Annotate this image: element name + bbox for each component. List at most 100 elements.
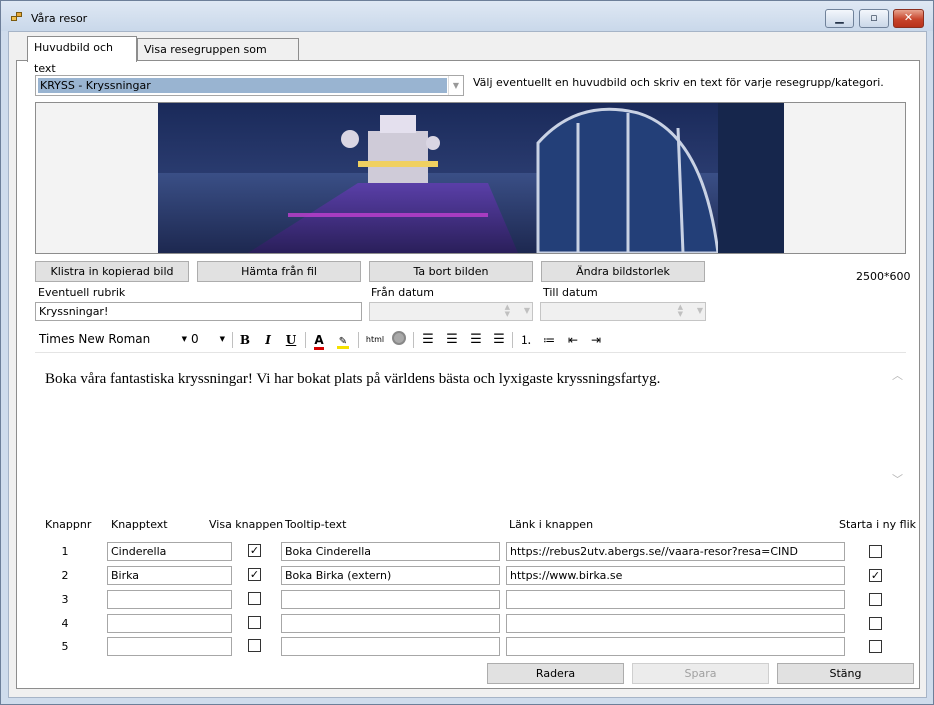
chevron-down-icon: ▼ [219,335,225,343]
button-text-input[interactable]: Cinderella [107,542,232,561]
from-date-label: Från datum [371,286,434,299]
resize-image-button[interactable]: Ändra bildstorlek [541,261,705,282]
row-number: 1 [61,545,69,558]
align-left-icon[interactable]: ☰ [419,331,437,349]
scroll-up-icon[interactable]: ︿ [892,367,903,383]
save-button[interactable]: Spara [632,663,769,684]
rich-text-editor[interactable]: Boka våra fantastiska kryssningar! Vi ha… [35,352,906,501]
maximize-button[interactable]: ▫ [859,9,889,28]
to-date-label: Till datum [543,286,598,299]
new-tab-checkbox[interactable] [869,545,882,558]
to-date-picker[interactable]: ▲ ▼ ▼ [540,302,706,321]
main-image-box [35,102,906,254]
headline-input[interactable]: Kryssningar! [35,302,362,321]
editor-scrollbar[interactable]: ︿ ﹀ [889,353,906,501]
button-text-input[interactable]: Birka [107,566,232,585]
image-size-label: 2500*600 [856,270,911,283]
button-text-input[interactable] [107,590,232,609]
show-button-checkbox[interactable]: ✓ [248,568,261,581]
link-input[interactable]: https://rebus2utv.abergs.se//vaara-resor… [506,542,845,561]
italic-button[interactable]: I [259,331,277,349]
app-icon [11,12,23,22]
editor-text: Boka våra fantastiska kryssningar! Vi ha… [45,371,661,387]
toolbar-separator [358,332,359,348]
link-input[interactable] [506,614,845,633]
chevron-down-icon[interactable]: ▼ [448,76,463,95]
tab-main-image-text[interactable]: Huvudbild och text [27,36,137,75]
show-button-checkbox[interactable] [248,616,261,629]
outdent-icon[interactable]: ⇤ [564,331,582,349]
remove-image-button[interactable]: Ta bort bilden [369,261,533,282]
chevron-down-icon: ▼ [523,306,530,315]
new-tab-checkbox[interactable] [869,593,882,606]
load-from-file-button[interactable]: Hämta från fil [197,261,361,282]
new-tab-checkbox[interactable] [869,617,882,630]
font-family-select[interactable]: Times New Roman ▼ [39,330,187,349]
title-bar: Våra resor ▁ ▫ ✕ [1,1,933,31]
button-text-input[interactable] [107,637,232,656]
chevron-down-icon: ▼ [181,335,187,343]
close-window-button[interactable]: ✕ [893,9,924,28]
align-center-icon[interactable]: ☰ [443,331,461,349]
close-button[interactable]: Stäng [777,663,914,684]
html-button[interactable]: html [363,331,387,349]
bullet-list-icon[interactable]: ≔ [540,331,558,349]
align-right-icon[interactable]: ☰ [467,331,485,349]
header-button-number: Knappnr [45,518,92,531]
font-size-value: 0 [191,332,199,346]
tooltip-input[interactable]: Boka Cinderella [281,542,500,561]
cruise-ship-image [158,103,784,253]
toolbar-separator [305,332,306,348]
show-button-checkbox[interactable] [248,639,261,652]
category-select[interactable]: KRYSS - Kryssningar ▼ [35,75,464,96]
chevron-down-icon: ▼ [696,306,703,315]
header-new-tab: Starta i ny flik [839,518,916,531]
link-input[interactable] [506,637,845,656]
link-input[interactable] [506,590,845,609]
row-number: 2 [61,569,69,582]
header-link: Länk i knappen [509,518,594,531]
header-button-text: Knapptext [111,518,168,531]
header-show-button: Visa knappen [209,518,284,531]
tab-package[interactable]: Visa resegruppen som paket [137,38,299,77]
button-text-input[interactable] [107,614,232,633]
font-family-value: Times New Roman [39,332,151,346]
numbered-list-icon[interactable]: ⒈ [517,331,535,349]
toolbar-separator [512,332,513,348]
indent-icon[interactable]: ⇥ [587,331,605,349]
editor-toolbar: Times New Roman ▼ 0 ▼ B I U A ✎ html ☰ ☰… [35,329,906,351]
new-tab-checkbox[interactable] [869,640,882,653]
show-button-checkbox[interactable]: ✓ [248,544,261,557]
new-tab-checkbox[interactable]: ✓ [869,569,882,582]
toolbar-separator [413,332,414,348]
link-input[interactable]: https://www.birka.se [506,566,845,585]
main-window: Våra resor ▁ ▫ ✕ Huvudbild och text Visa… [0,0,934,705]
font-color-icon[interactable]: A [310,331,328,350]
window-title: Våra resor [31,12,88,25]
delete-button[interactable]: Radera [487,663,624,684]
paste-image-button[interactable]: Klistra in kopierad bild [35,261,189,282]
bold-button[interactable]: B [236,331,254,349]
justify-icon[interactable]: ☰ [490,331,508,349]
hint-text: Välj eventuellt en huvudbild och skriv e… [473,76,884,89]
tooltip-input[interactable] [281,637,500,656]
toolbar-separator [232,332,233,348]
tooltip-input[interactable] [281,614,500,633]
font-size-select[interactable]: 0 ▼ [191,330,225,349]
row-number: 4 [61,617,69,630]
tooltip-input[interactable] [281,590,500,609]
minimize-button[interactable]: ▁ [825,9,854,28]
scroll-down-icon[interactable]: ﹀ [892,471,903,487]
row-number: 5 [61,640,69,653]
tooltip-input[interactable]: Boka Birka (extern) [281,566,500,585]
headline-label: Eventuell rubrik [38,286,126,299]
header-tooltip: Tooltip-text [285,518,347,531]
spinner-icon: ▲ ▼ [677,303,683,318]
from-date-picker[interactable]: ▲ ▼ ▼ [369,302,533,321]
show-button-checkbox[interactable] [248,592,261,605]
category-select-value: KRYSS - Kryssningar [38,78,447,93]
underline-button[interactable]: U [282,331,300,349]
link-icon[interactable] [390,331,408,349]
highlight-icon[interactable]: ✎ [334,331,352,349]
row-number: 3 [61,593,69,606]
